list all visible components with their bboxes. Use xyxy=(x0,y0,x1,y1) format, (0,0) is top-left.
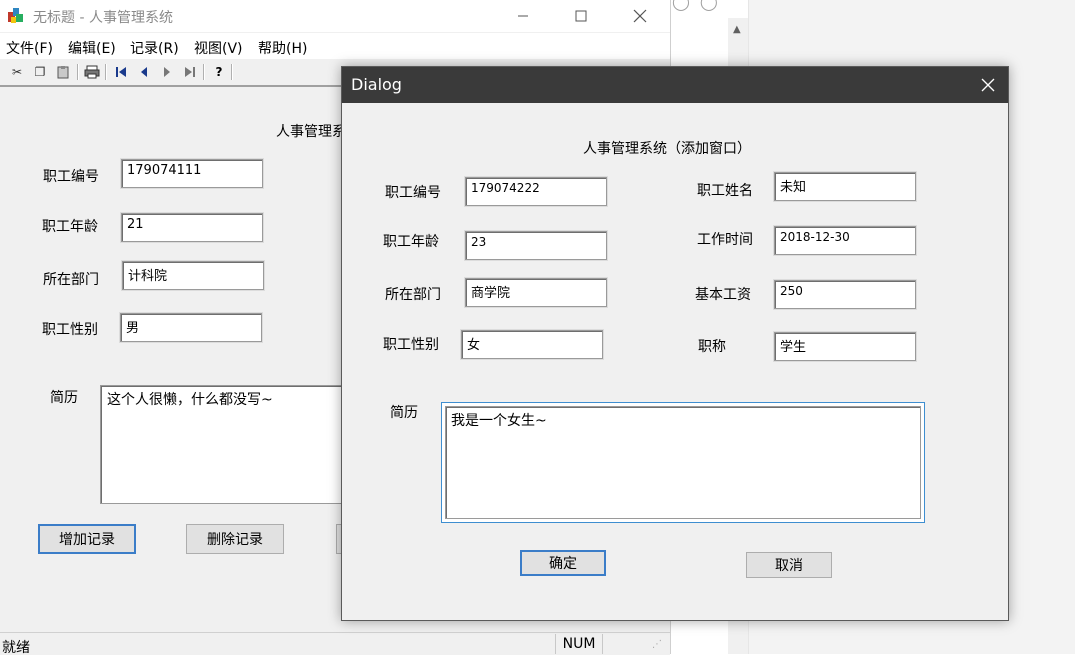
window-title: 无标题 - 人事管理系统 xyxy=(33,10,173,26)
background-circle-icons: ◯◯ xyxy=(672,0,728,11)
prev-record-icon[interactable] xyxy=(134,63,154,81)
employee-id-field[interactable]: 179074111 xyxy=(121,159,263,188)
delete-record-button[interactable]: 删除记录 xyxy=(186,524,284,554)
help-icon[interactable]: ? xyxy=(209,63,229,81)
dialog-gender-field[interactable]: 女 xyxy=(461,330,603,359)
menu-view[interactable]: 视图(V) xyxy=(194,38,243,58)
close-icon xyxy=(981,78,995,92)
dialog-label-resume: 简历 xyxy=(390,405,418,421)
menu-help[interactable]: 帮助(H) xyxy=(258,38,307,58)
label-gender: 职工性别 xyxy=(42,322,98,338)
menu-edit[interactable]: 编辑(E) xyxy=(68,38,116,58)
dialog-employee-id-field[interactable]: 179074222 xyxy=(465,177,607,206)
maximize-icon xyxy=(575,10,587,22)
dialog-resume-textarea[interactable]: 我是一个女生~ xyxy=(441,402,925,523)
app-icon xyxy=(8,8,23,23)
minimize-button[interactable] xyxy=(500,0,546,32)
main-titlebar: 无标题 - 人事管理系统 xyxy=(0,0,670,32)
toolbar-separator xyxy=(231,64,233,80)
status-num-indicator: NUM xyxy=(555,634,602,654)
dialog-label-employee-age: 职工年龄 xyxy=(383,234,439,250)
last-record-icon[interactable] xyxy=(180,63,200,81)
cancel-button[interactable]: 取消 xyxy=(746,552,832,578)
toolbar-separator xyxy=(77,64,79,80)
next-record-icon[interactable] xyxy=(157,63,177,81)
maximize-button[interactable] xyxy=(558,0,604,32)
dialog-work-time-field[interactable]: 2018-12-30 xyxy=(774,226,916,255)
label-employee-id: 职工编号 xyxy=(43,169,99,185)
status-cell xyxy=(602,634,649,654)
menu-bar: 文件(F) 编辑(E) 记录(R) 视图(V) 帮助(H) xyxy=(0,33,670,59)
dialog-label-department: 所在部门 xyxy=(385,287,441,303)
dialog-titlebar[interactable]: Dialog xyxy=(342,67,1008,103)
dialog-base-salary-field[interactable]: 250 xyxy=(774,280,916,309)
dialog-employee-name-field[interactable]: 未知 xyxy=(774,172,916,201)
department-field[interactable]: 计科院 xyxy=(122,261,264,290)
gender-field[interactable]: 男 xyxy=(120,313,262,342)
first-record-icon[interactable] xyxy=(111,63,131,81)
menu-file[interactable]: 文件(F) xyxy=(6,38,53,58)
label-resume: 简历 xyxy=(50,390,78,406)
dialog-label-work-time: 工作时间 xyxy=(697,232,753,248)
label-department: 所在部门 xyxy=(43,272,99,288)
dialog-label-job-title: 职称 xyxy=(698,339,726,355)
minimize-icon xyxy=(518,15,528,17)
dialog-label-base-salary: 基本工资 xyxy=(695,287,751,303)
add-dialog: Dialog 人事管理系统（添加窗口） 职工编号 179074222 职工姓名 … xyxy=(341,66,1009,621)
form-heading: 人事管理系 xyxy=(276,124,346,140)
dialog-department-field[interactable]: 商学院 xyxy=(465,278,607,307)
close-icon xyxy=(633,9,647,23)
dialog-label-employee-name: 职工姓名 xyxy=(697,183,753,199)
dialog-label-gender: 职工性别 xyxy=(383,337,439,353)
resume-textarea[interactable]: 这个人很懒，什么都没写~ xyxy=(100,385,350,504)
toolbar-separator xyxy=(105,64,107,80)
cut-icon[interactable]: ✂ xyxy=(7,63,27,81)
toolbar-separator xyxy=(203,64,205,80)
label-employee-age: 职工年龄 xyxy=(42,219,98,235)
dialog-label-employee-id: 职工编号 xyxy=(385,185,441,201)
close-button[interactable] xyxy=(617,0,663,32)
dialog-close-button[interactable] xyxy=(968,67,1008,103)
print-icon[interactable] xyxy=(82,63,102,81)
dialog-employee-age-field[interactable]: 23 xyxy=(465,231,607,260)
status-text: 就绪 xyxy=(2,640,30,656)
menu-record[interactable]: 记录(R) xyxy=(130,38,179,58)
dialog-resume-text[interactable]: 我是一个女生~ xyxy=(445,406,921,519)
status-bar: 就绪 NUM ⋰ xyxy=(0,632,670,656)
dialog-job-title-field[interactable]: 学生 xyxy=(774,332,916,361)
ok-button[interactable]: 确定 xyxy=(520,550,606,576)
dialog-heading: 人事管理系统（添加窗口） xyxy=(583,141,751,157)
paste-icon[interactable] xyxy=(53,63,73,81)
resize-grip-icon[interactable]: ⋰ xyxy=(652,639,666,653)
employee-age-field[interactable]: 21 xyxy=(121,213,263,242)
dialog-title: Dialog xyxy=(351,75,402,94)
scroll-up-icon[interactable]: ▲ xyxy=(733,24,741,35)
copy-icon[interactable]: ❐ xyxy=(30,63,50,81)
add-record-button[interactable]: 增加记录 xyxy=(38,524,136,554)
